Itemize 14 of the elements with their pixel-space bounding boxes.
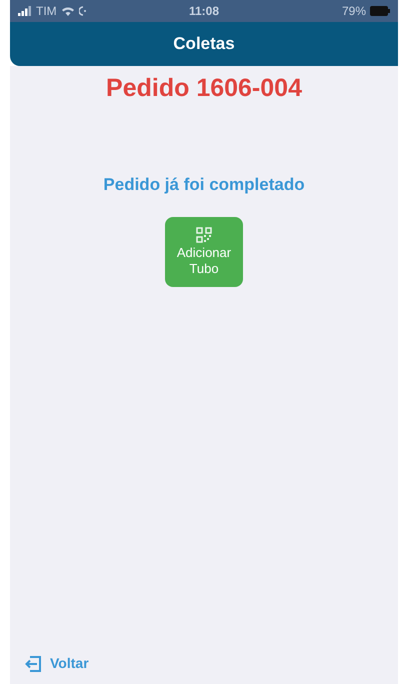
status-time: 11:08	[188, 3, 220, 20]
status-message: Pedido já foi completado	[103, 174, 305, 196]
order-title: Pedido 1606-004	[106, 73, 302, 104]
back-link[interactable]: Voltar	[24, 653, 89, 674]
battery-icon	[370, 6, 390, 16]
signal-icon	[18, 6, 32, 16]
qr-code-icon	[196, 227, 212, 243]
wifi-icon	[60, 6, 75, 16]
exit-arrow-icon	[24, 656, 42, 672]
header-title: Coletas	[173, 33, 235, 56]
add-tube-button[interactable]: Adicionar Tubo	[165, 217, 243, 287]
activity-icon	[78, 6, 87, 16]
carrier-name: TIM	[36, 3, 57, 20]
battery-percent: 79%	[342, 3, 366, 20]
